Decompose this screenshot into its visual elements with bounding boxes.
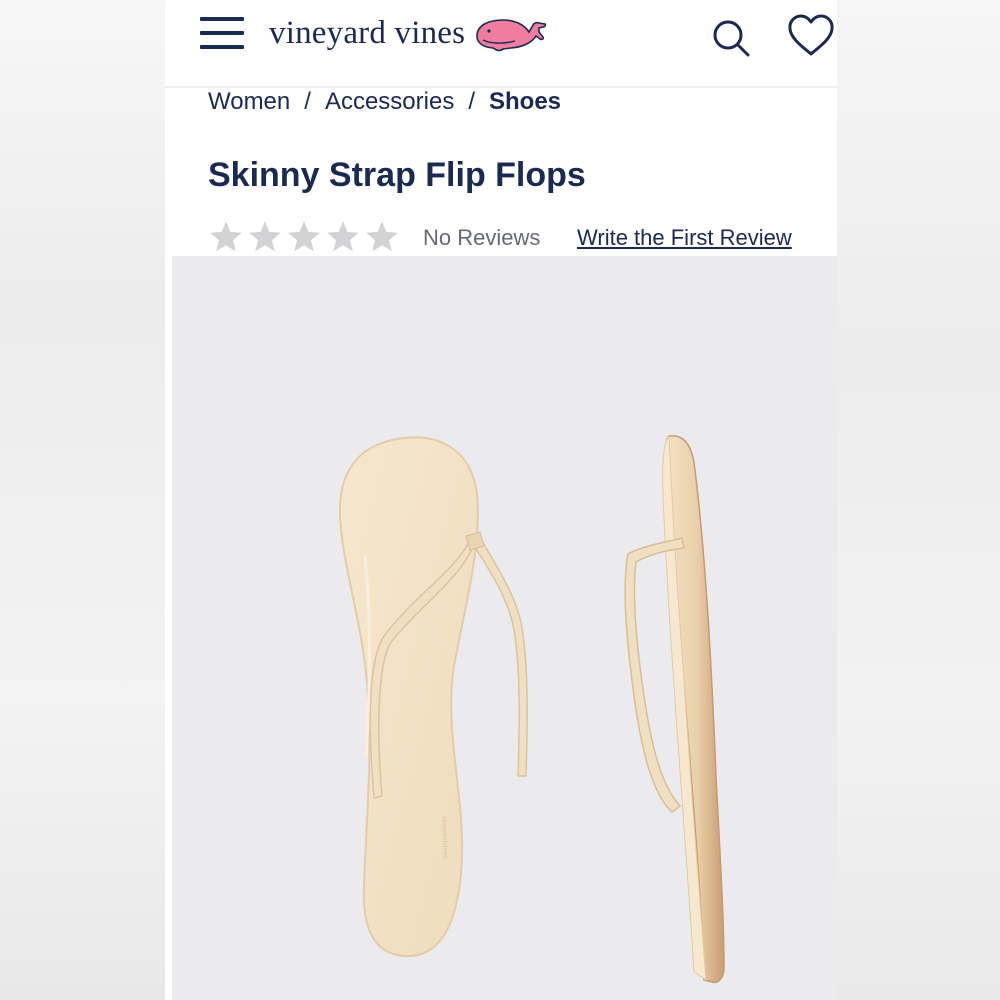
- star-icon: [366, 221, 398, 252]
- whale-logo-icon: [476, 19, 547, 52]
- brand-logo[interactable]: vineyard vines: [269, 14, 547, 52]
- breadcrumb-current-shoes: Shoes: [488, 88, 562, 115]
- wishlist-button[interactable]: [787, 14, 835, 58]
- star-icon: [288, 221, 320, 252]
- breadcrumb-separator: /: [468, 88, 475, 115]
- breadcrumb-women[interactable]: Women: [208, 88, 290, 116]
- search-icon: [713, 20, 750, 57]
- brand-name: vineyard vines: [269, 14, 466, 51]
- background-blur-right: [837, 0, 1000, 1000]
- breadcrumb: Women / Accessories / Shoes: [208, 88, 561, 116]
- flip-flops-image: vineyardvines: [338, 434, 725, 984]
- background-blur-left: [0, 0, 165, 1000]
- product-image[interactable]: vineyardvines: [172, 256, 837, 1000]
- flip-flop-top-view: vineyardvines: [338, 436, 528, 958]
- mobile-page: vineyard vines Women / Accessories / Sho…: [165, 0, 837, 1000]
- menu-icon[interactable]: [200, 17, 246, 53]
- star-rating[interactable]: [208, 219, 400, 255]
- heart-icon: [788, 14, 834, 56]
- star-icon: [249, 221, 281, 252]
- write-review-link[interactable]: Write the First Review: [577, 225, 792, 251]
- product-title: Skinny Strap Flip Flops: [208, 156, 586, 194]
- breadcrumb-separator: /: [304, 88, 311, 115]
- flip-flop-side-view: [624, 434, 725, 984]
- site-header: vineyard vines: [165, 0, 837, 88]
- review-count: No Reviews: [423, 225, 541, 250]
- breadcrumb-accessories[interactable]: Accessories: [325, 88, 454, 116]
- search-button[interactable]: [711, 18, 751, 58]
- star-icon: [210, 221, 242, 252]
- star-icon: [327, 221, 359, 252]
